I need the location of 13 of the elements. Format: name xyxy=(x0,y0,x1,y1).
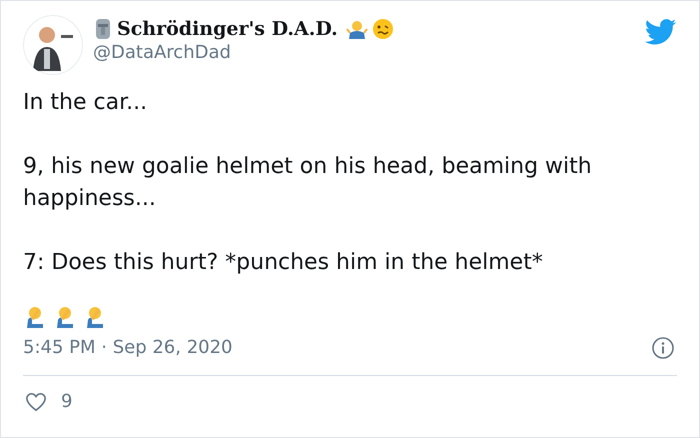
shrugging-emoji-icon xyxy=(346,18,368,40)
moai-icon xyxy=(93,18,113,40)
like-count: 9 xyxy=(61,390,72,414)
tweet-text: In the car... xyxy=(23,89,148,117)
woozy-face-icon xyxy=(372,18,394,40)
user-handle[interactable]: @DataArchDad xyxy=(93,41,394,65)
display-name: Schrödinger's D.A.D. xyxy=(117,17,338,41)
bird-logo-icon[interactable] xyxy=(645,19,677,45)
tweet-text: 7: Does this hurt? *punches him in the helmet* xyxy=(23,249,544,277)
heart-icon[interactable] xyxy=(25,392,47,412)
info-icon[interactable] xyxy=(651,336,675,360)
tweet-timestamp[interactable]: 5:45 PM · Sep 26, 2020 xyxy=(23,335,232,361)
tweet-text: 9, his new goalie helmet on his head, beaming with happiness... xyxy=(23,153,593,213)
